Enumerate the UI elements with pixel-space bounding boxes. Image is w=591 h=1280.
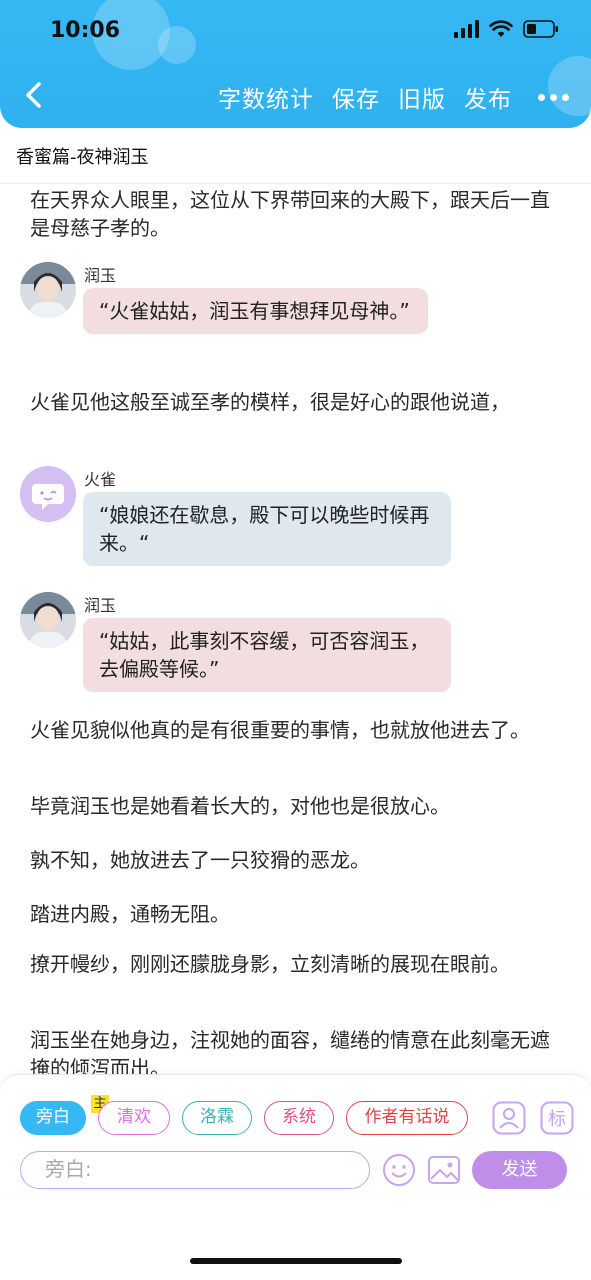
story-content[interactable]: 在天界众人眼里，这位从下界带回来的大殿下，跟天后一直是母慈子孝的。 润玉 “火雀… — [0, 186, 591, 1074]
dialogue-bubble[interactable]: “姑姑，此事刻不容缓，可否容润玉，去偏殿等候。” — [83, 618, 451, 692]
speaker-name: 火雀 — [84, 470, 117, 489]
home-indicator — [190, 1258, 402, 1264]
more-icon[interactable] — [538, 93, 569, 101]
status-time: 10:06 — [50, 18, 121, 43]
narration-paragraph[interactable]: 火雀见貌似他真的是有很重要的事情，也就放他进去了。 — [30, 716, 550, 744]
chevron-left-icon — [26, 82, 41, 108]
signal-icon — [454, 20, 479, 38]
word-count-button[interactable]: 字数统计 — [218, 80, 314, 114]
speaker-name: 润玉 — [84, 596, 117, 615]
narration-paragraph[interactable]: 踏进内殿，通畅无阻。 — [30, 900, 550, 928]
chat-message[interactable]: 火雀 “娘娘还在歇息，殿下可以晚些时候再来。“ — [20, 466, 580, 576]
avatar-runyu — [20, 262, 76, 318]
chat-bubble-avatar-icon — [20, 466, 76, 522]
wifi-icon — [489, 20, 513, 38]
image-icon[interactable] — [427, 1153, 461, 1187]
narration-paragraph[interactable]: 孰不知，她放进去了一只狡猾的恶龙。 — [30, 846, 550, 874]
dialogue-input[interactable]: 旁白: — [20, 1151, 370, 1189]
narration-paragraph[interactable]: 在天界众人眼里，这位从下界带回来的大殿下，跟天后一直是母慈子孝的。 — [30, 186, 550, 242]
save-button[interactable]: 保存 — [332, 80, 380, 114]
narration-paragraph[interactable]: 毕竟润玉也是她看着长大的，对他也是很放心。 — [30, 792, 550, 820]
chat-message[interactable]: 润玉 “姑姑，此事刻不容缓，可否容润玉，去偏殿等候。” — [20, 592, 580, 702]
dialogue-bubble[interactable]: “火雀姑姑，润玉有事想拜见母神。” — [83, 288, 428, 334]
send-button[interactable]: 发送 — [472, 1151, 567, 1189]
mark-icon[interactable]: 标 — [540, 1101, 574, 1135]
role-chip-author-note[interactable]: 作者有话说 — [346, 1101, 468, 1135]
decor-bubble — [158, 26, 196, 64]
role-chip-luolin[interactable]: 洛霖 — [182, 1101, 252, 1135]
dialogue-bubble[interactable]: “娘娘还在歇息，殿下可以晚些时候再来。“ — [83, 492, 451, 566]
status-icons — [454, 20, 559, 38]
narration-paragraph[interactable]: 撩开幔纱，刚刚还朦胧身影，立刻清晰的展现在眼前。 — [30, 950, 550, 978]
chapter-title[interactable]: 香蜜篇-夜神润玉 — [0, 140, 591, 184]
publish-button[interactable]: 发布 — [464, 80, 512, 114]
role-chip-narration[interactable]: 旁白 — [20, 1101, 86, 1135]
avatar-huoque — [20, 466, 76, 522]
narration-paragraph[interactable]: 火雀见他这般至诚至孝的模样，很是好心的跟他说道， — [30, 388, 550, 416]
old-version-button[interactable]: 旧版 — [398, 80, 446, 114]
svg-text:标: 标 — [548, 1109, 566, 1130]
narration-paragraph[interactable]: 润玉坐在她身边，注视她的面容，缱绻的情意在此刻毫无遮掩的倾泻而出。 — [30, 1026, 550, 1074]
role-chip-qinghuan[interactable]: 清欢 — [98, 1101, 170, 1135]
top-actions: 字数统计 保存 旧版 发布 — [218, 80, 569, 114]
app-header: 10:06 字数统计 保存 旧版 发布 — [0, 0, 591, 128]
battery-icon — [523, 20, 559, 38]
chat-message[interactable]: 润玉 “火雀姑姑，润玉有事想拜见母神。” — [20, 262, 580, 372]
back-button[interactable] — [20, 80, 50, 110]
editor-toolbar: 旁白 主 清欢 洛霖 系统 作者有话说 标 旁白: 发送 — [0, 1074, 591, 1194]
role-manage-icon[interactable] — [492, 1101, 526, 1135]
avatar-runyu — [20, 592, 76, 648]
emoji-icon[interactable] — [382, 1153, 416, 1187]
speaker-name: 润玉 — [84, 266, 117, 285]
role-chip-system[interactable]: 系统 — [264, 1101, 334, 1135]
